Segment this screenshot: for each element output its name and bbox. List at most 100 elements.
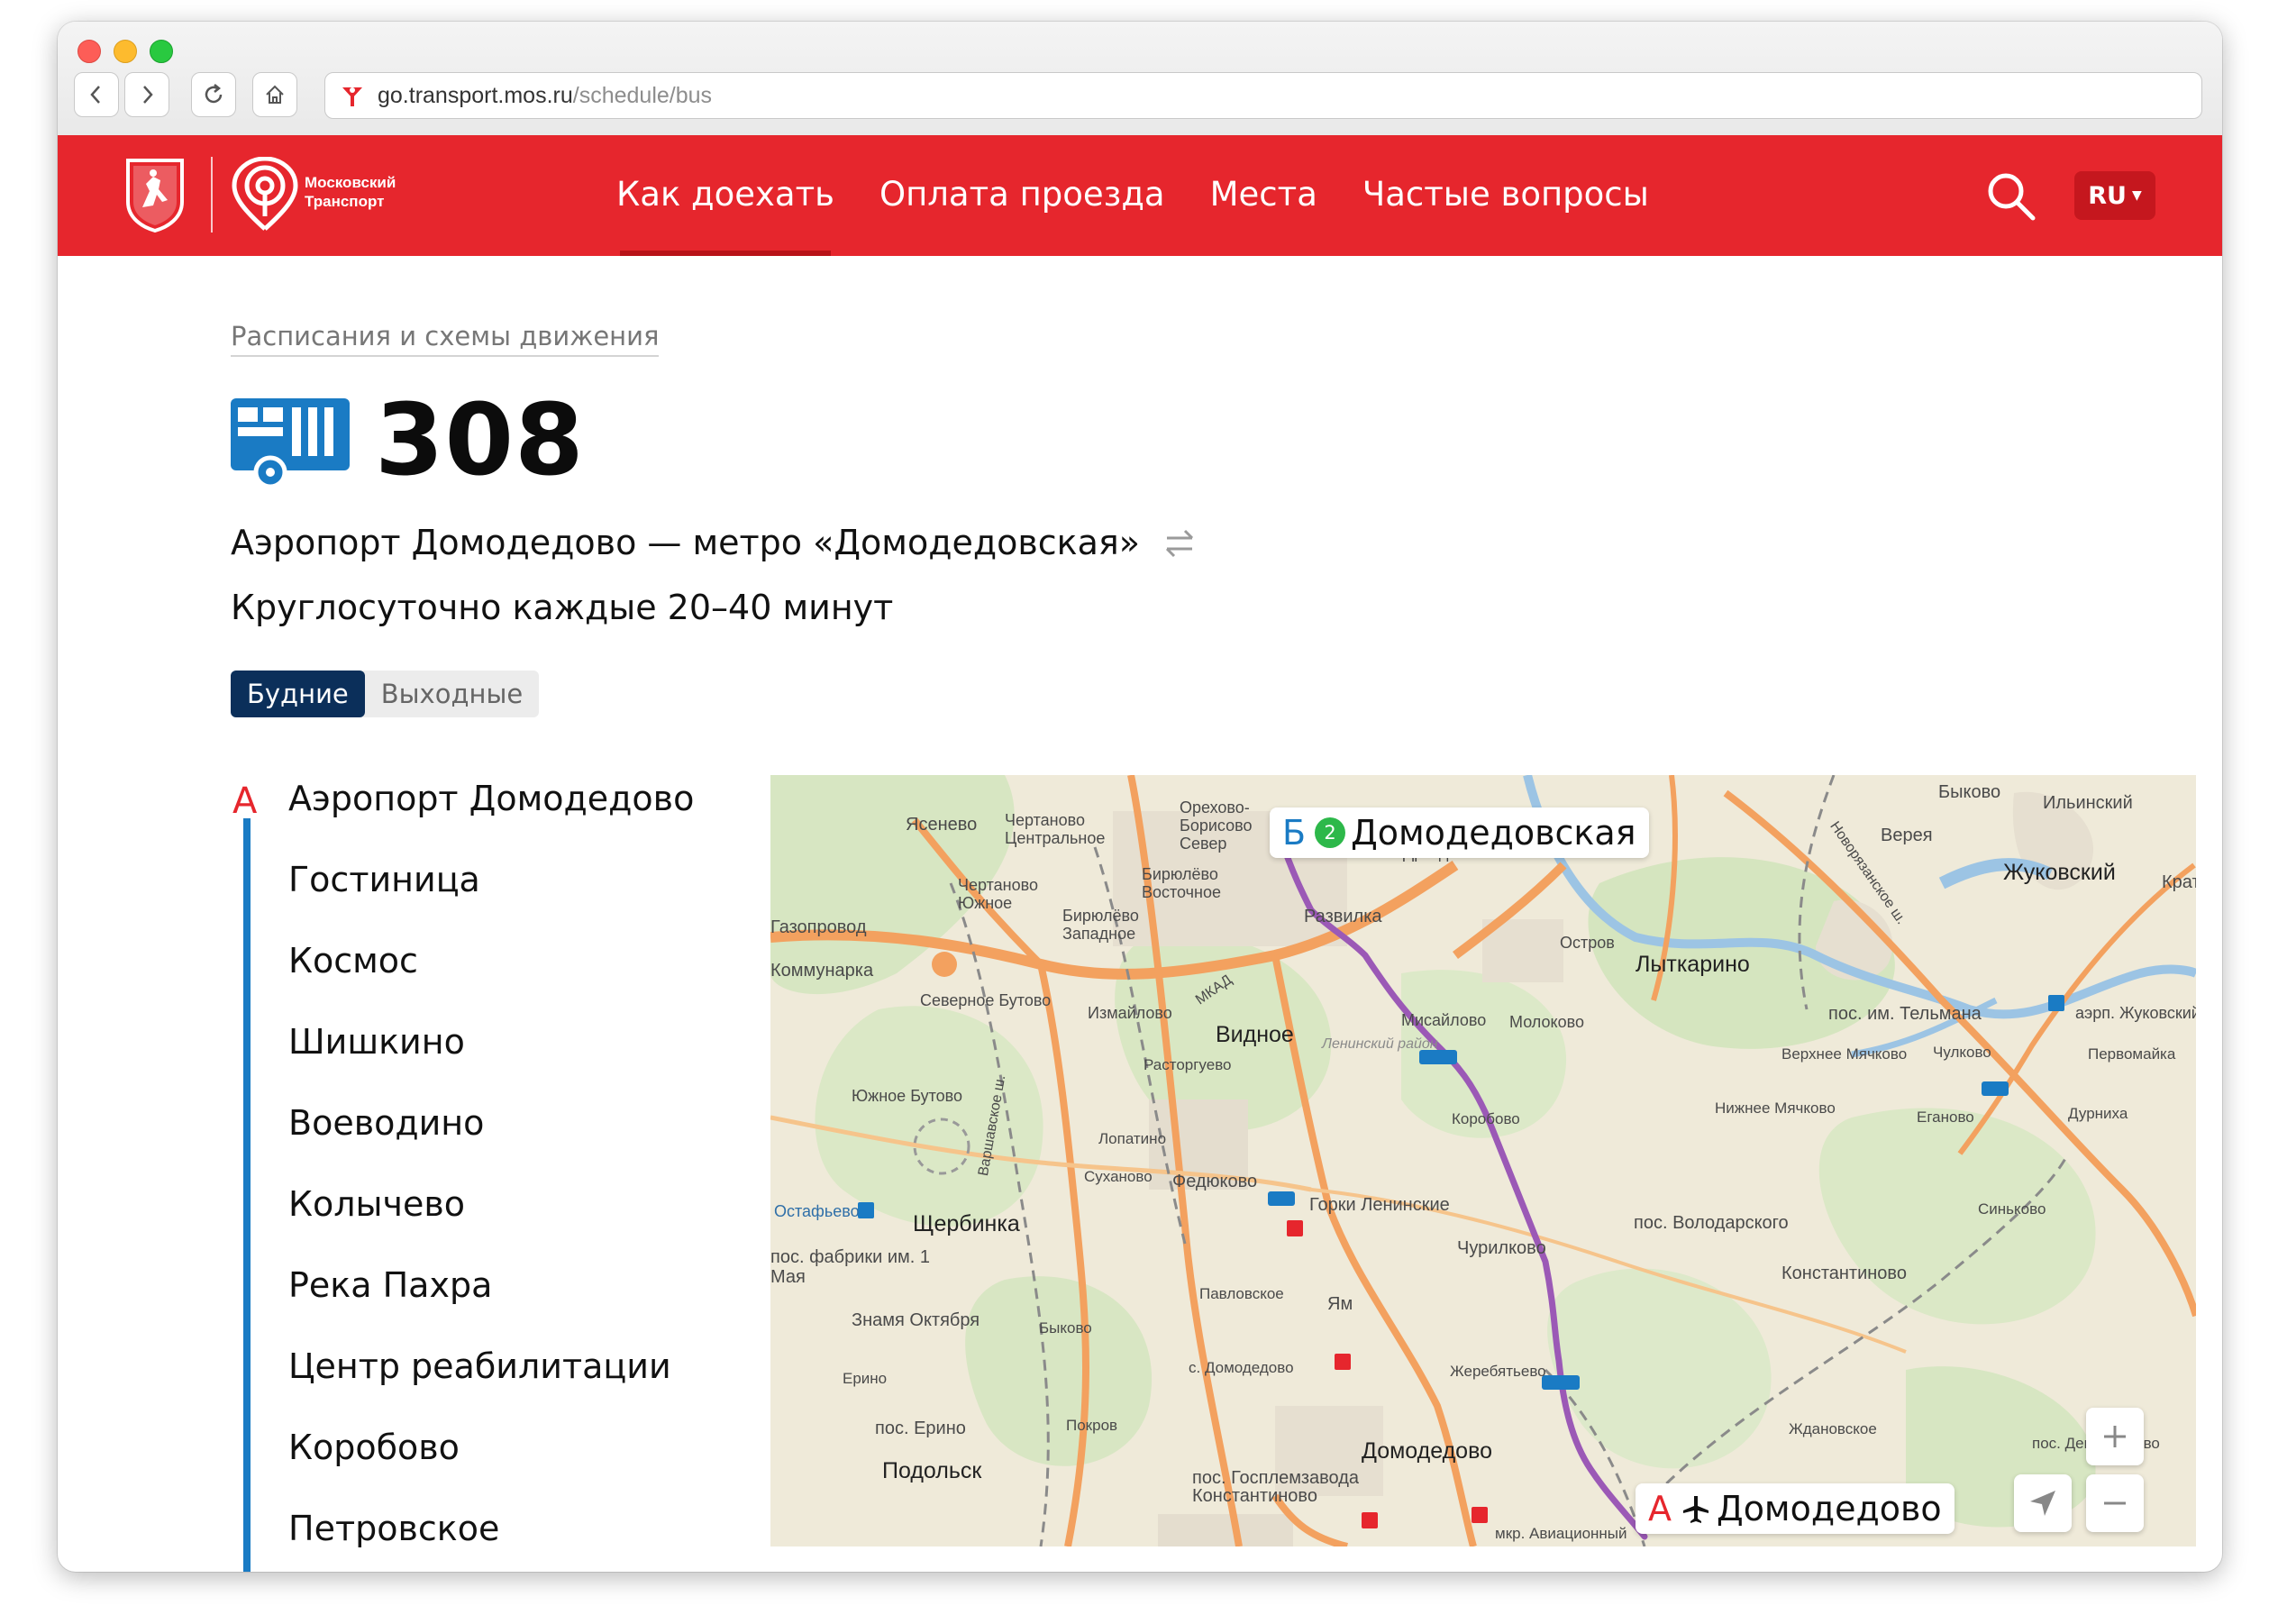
map-label: Газопровод bbox=[770, 917, 867, 937]
map-label: Быково bbox=[1938, 782, 2001, 802]
map-label: Видное bbox=[1216, 1022, 1294, 1047]
map-label: Константиново bbox=[1781, 1264, 1907, 1283]
map-label: Ленинский район bbox=[1322, 1036, 1438, 1052]
map-label: Орехово-Борисово Север bbox=[1180, 798, 1253, 853]
browser-toolbar: go.transport.mos.ru/schedule/bus bbox=[58, 22, 2222, 136]
caret-down-icon: ▼ bbox=[2131, 188, 2142, 203]
minimize-window-button[interactable] bbox=[114, 40, 137, 63]
moscow-transport-logo-icon[interactable] bbox=[229, 157, 301, 233]
map-label: Южное Бутово bbox=[852, 1087, 963, 1105]
stop-item[interactable]: Коробово bbox=[288, 1428, 460, 1467]
stop-item[interactable]: Космос bbox=[288, 941, 418, 981]
nav-how-to-get[interactable]: Как доехать bbox=[616, 135, 834, 256]
route-map[interactable]: Быково Ильинский Верея Жуковский Крат Че… bbox=[770, 775, 2196, 1546]
map-label: Крат bbox=[2162, 872, 2196, 892]
map-label: Расторгуево bbox=[1144, 1056, 1232, 1073]
map-label: Развилка bbox=[1304, 907, 1382, 926]
tab-weekends[interactable]: Выходные bbox=[365, 671, 539, 717]
map-label: Дурниха bbox=[2068, 1105, 2128, 1122]
map-label: Ясенево bbox=[906, 815, 978, 835]
maximize-window-button[interactable] bbox=[150, 40, 173, 63]
zoom-in-button[interactable] bbox=[2086, 1408, 2144, 1465]
search-icon[interactable] bbox=[1984, 169, 2038, 224]
map-label: Подольск bbox=[882, 1458, 982, 1483]
stop-item[interactable]: Шишкино bbox=[288, 1022, 465, 1062]
start-stop-name: Домодедово bbox=[1717, 1489, 1942, 1528]
stop-item[interactable]: Центр реабилитации bbox=[288, 1346, 671, 1386]
map-label: аэрп. Жуковский bbox=[2075, 1004, 2196, 1022]
location-arrow-icon bbox=[2030, 1491, 2055, 1516]
map-label: Покров bbox=[1066, 1417, 1118, 1434]
route-number: 308 bbox=[375, 382, 585, 497]
main-nav: Как доехать Оплата проезда Места Частые … bbox=[616, 135, 1694, 256]
plus-icon bbox=[2104, 1426, 2126, 1447]
map-label: Суханово bbox=[1084, 1168, 1153, 1185]
nav-faq[interactable]: Частые вопросы bbox=[1362, 135, 1649, 256]
stop-item[interactable]: Аэропорт Домодедово bbox=[288, 779, 694, 818]
stop-item[interactable]: Петровское bbox=[288, 1509, 499, 1548]
bus-icon bbox=[231, 398, 350, 488]
end-stop-name: Домодедовская bbox=[1351, 813, 1636, 853]
map-label: пос. Володарского bbox=[1634, 1213, 1789, 1233]
stop-item[interactable]: Колычево bbox=[288, 1184, 465, 1224]
language-value: RU bbox=[2088, 181, 2127, 210]
logo-divider bbox=[211, 157, 213, 233]
breadcrumb-link[interactable]: Расписания и схемы движения bbox=[231, 321, 660, 357]
map-label: Первомайка bbox=[2088, 1045, 2176, 1063]
map-label: Лопатино bbox=[1098, 1130, 1167, 1147]
back-button[interactable] bbox=[74, 72, 119, 117]
map-label: Федюково bbox=[1172, 1172, 1258, 1191]
map-label: Ждановское bbox=[1789, 1420, 1877, 1437]
yandex-favicon-icon bbox=[342, 87, 362, 106]
start-marker-letter: А bbox=[1648, 1489, 1672, 1528]
home-icon bbox=[266, 85, 284, 104]
map-label: Верея bbox=[1881, 826, 1933, 845]
map-label: Горки Ленинские bbox=[1309, 1195, 1450, 1215]
map-label: Чертаново Центральное bbox=[1005, 811, 1106, 847]
close-window-button[interactable] bbox=[77, 40, 101, 63]
start-marker: А bbox=[232, 780, 258, 822]
map-label: Измайлово bbox=[1088, 1004, 1172, 1022]
zoom-out-button[interactable] bbox=[2086, 1474, 2144, 1532]
route-frequency: Круглосуточно каждые 20–40 минут bbox=[231, 588, 894, 627]
map-label: Остафьево bbox=[774, 1202, 860, 1220]
reload-icon bbox=[205, 84, 223, 104]
map-label: пос. Госплемзавода Константиново bbox=[1192, 1468, 1359, 1506]
swap-direction-icon[interactable] bbox=[1162, 525, 1198, 561]
map-label: Коробово bbox=[1452, 1110, 1520, 1127]
map-label: Чертаново Южное bbox=[958, 876, 1038, 912]
nav-places[interactable]: Места bbox=[1210, 135, 1317, 256]
tab-weekdays[interactable]: Будние bbox=[231, 671, 365, 717]
home-button[interactable] bbox=[252, 72, 297, 117]
address-bar[interactable]: go.transport.mos.ru/schedule/bus bbox=[324, 72, 2202, 119]
brand-line1: Московский bbox=[305, 174, 396, 191]
map-label: пос. им. Тельмана bbox=[1828, 1004, 1982, 1024]
site-header: Московский Транспорт Как доехать Оплата … bbox=[58, 135, 2222, 256]
route-end-badge[interactable]: Б 2 Домодедовская bbox=[1270, 807, 1649, 858]
route-title: Аэропорт Домодедово — метро «Домодедовск… bbox=[231, 523, 1198, 562]
nav-payment[interactable]: Оплата проезда bbox=[879, 135, 1165, 256]
map-label: Молоково bbox=[1509, 1013, 1584, 1031]
day-type-tabs: Будние Выходные bbox=[231, 671, 540, 717]
map-label: Жеребятьево bbox=[1450, 1363, 1546, 1380]
metro-line-icon: 2 bbox=[1315, 817, 1346, 848]
stop-item[interactable]: Воеводино bbox=[288, 1103, 484, 1143]
forward-button[interactable] bbox=[124, 72, 169, 117]
map-label: Синьково bbox=[1978, 1200, 2046, 1218]
moscow-emblem-icon[interactable] bbox=[123, 157, 187, 233]
map-label: Ям bbox=[1327, 1294, 1353, 1314]
geolocation-button[interactable] bbox=[2014, 1474, 2072, 1532]
map-label: Знамя Октября bbox=[852, 1310, 980, 1330]
map-label: Бирюлёво Восточное bbox=[1142, 865, 1222, 901]
language-select[interactable]: RU ▼ bbox=[2074, 171, 2155, 220]
stop-item[interactable]: Гостиница bbox=[288, 860, 480, 899]
route-name-text: Аэропорт Домодедово — метро «Домодедовск… bbox=[231, 523, 1141, 562]
stop-item[interactable]: Река Пахра bbox=[288, 1265, 492, 1305]
brand-name[interactable]: Московский Транспорт bbox=[305, 173, 396, 211]
map-label: Домодедово bbox=[1362, 1438, 1492, 1464]
route-start-badge[interactable]: А Домодедово bbox=[1636, 1483, 1955, 1534]
reload-button[interactable] bbox=[191, 72, 236, 117]
chevron-left-icon bbox=[90, 86, 100, 104]
map-label: Лыткарино bbox=[1636, 952, 1750, 977]
map-label: Ильинский bbox=[2043, 793, 2133, 813]
